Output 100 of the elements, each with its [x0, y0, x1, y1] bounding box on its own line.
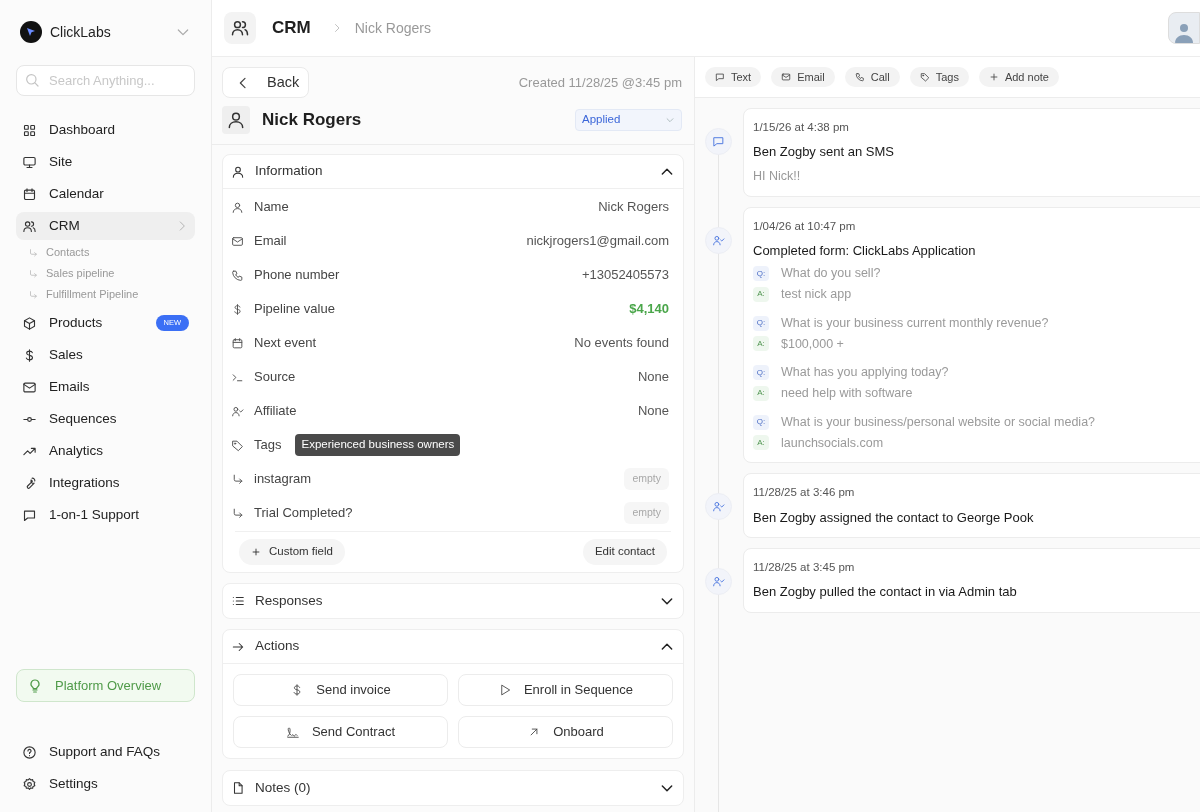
section-header[interactable]: Responses	[223, 584, 683, 618]
workspace-name: ClickLabs	[50, 22, 112, 42]
nav-icon	[22, 154, 37, 170]
note-icon	[231, 781, 245, 795]
field-label: Tags	[254, 436, 282, 455]
answer-marker: A:	[753, 435, 769, 451]
logo-icon	[20, 21, 42, 43]
edit-contact-button[interactable]: Edit contact	[582, 539, 667, 565]
status-dropdown[interactable]: Applied	[575, 109, 682, 131]
users-icon	[230, 18, 250, 38]
activity-time: 1/15/26 at 4:38 pm	[753, 120, 850, 135]
answer-marker: A:	[753, 336, 769, 352]
created-date: Created 11/28/25 @3:45 pm	[518, 73, 682, 92]
field-value: None	[637, 368, 669, 387]
tag-icon	[919, 72, 930, 82]
nav-item[interactable]: Calendar	[16, 180, 195, 208]
activity-action-button[interactable]: Tags	[909, 67, 969, 87]
field-label: Next event	[254, 334, 317, 353]
field-icon	[231, 336, 244, 350]
field-value: nickjrogers1@gmail.com	[526, 232, 669, 251]
signature-icon	[285, 725, 300, 739]
answer-marker: A:	[753, 286, 769, 302]
person-icon	[231, 164, 245, 179]
activity-title: Ben Zogby sent an SMS	[753, 143, 895, 162]
field-value: $4,140	[629, 300, 669, 319]
nav-item[interactable]: CRM	[16, 212, 195, 240]
activity-time: 11/28/25 at 3:45 pm	[753, 560, 856, 575]
nav-icon	[22, 218, 37, 234]
message-icon	[712, 135, 725, 148]
nav-item[interactable]: Sequences	[16, 405, 195, 433]
nav-item[interactable]: Emails	[16, 373, 195, 401]
nav-icon	[22, 122, 37, 138]
field-value: +13052405573	[581, 266, 669, 285]
message-icon	[715, 72, 725, 82]
activity-action-button[interactable]: Add note	[978, 67, 1059, 87]
lightbulb-icon	[27, 677, 43, 694]
search-icon	[24, 72, 40, 88]
activity-title: Ben Zogby assigned the contact to George Pook	[753, 508, 1035, 527]
nav-item[interactable]: Settings	[16, 772, 195, 796]
section-header[interactable]: Information	[223, 155, 683, 189]
action-button[interactable]: Send Contract	[233, 716, 448, 748]
question-marker: Q:	[753, 414, 769, 430]
question-text: What do you sell?	[781, 265, 881, 283]
phone-icon	[854, 72, 865, 82]
field-label: instagram	[254, 470, 312, 489]
nav-item[interactable]: Sales	[16, 341, 195, 369]
nav-item[interactable]: Dashboard	[16, 116, 195, 144]
list-icon	[231, 594, 245, 608]
field-icon	[231, 302, 244, 316]
field-label: Pipeline value	[254, 300, 335, 319]
nav-icon	[22, 315, 37, 331]
activity-time: 1/04/26 at 10:47 pm	[753, 218, 857, 234]
nav-item[interactable]: Analytics	[16, 437, 195, 465]
field-label: Affiliate	[254, 402, 297, 421]
activity-action-button[interactable]: Text	[705, 67, 762, 87]
field-icon	[231, 234, 244, 248]
field-label: Phone number	[254, 266, 340, 285]
nav-item[interactable]: Integrations	[16, 469, 195, 497]
field-value: No events found	[574, 334, 669, 353]
field-icon	[231, 404, 244, 418]
activity-time: 11/28/25 at 3:46 pm	[753, 485, 856, 501]
field-value: None	[637, 402, 669, 421]
question-text: What is your business/personal website or social media?	[781, 413, 1096, 431]
question-text: What has you applying today?	[781, 364, 949, 382]
answer-marker: A:	[753, 385, 769, 401]
field-label: Name	[254, 198, 289, 217]
nav-item[interactable]: 1-on-1 Support	[16, 501, 195, 529]
plus-icon	[251, 547, 261, 557]
nav-icon	[22, 186, 37, 202]
field-icon	[231, 472, 244, 486]
nav-item[interactable]: Site	[16, 148, 195, 176]
action-button[interactable]: Send invoice	[233, 674, 448, 706]
user-check-icon	[712, 575, 725, 588]
action-button[interactable]: Onboard	[458, 716, 673, 748]
nav-item[interactable]: Support and FAQs	[16, 740, 195, 764]
return-arrow-icon	[28, 289, 38, 300]
return-arrow-icon	[28, 268, 38, 279]
custom-field-button[interactable]: Custom field	[239, 539, 345, 565]
return-arrow-icon	[28, 247, 38, 258]
back-button[interactable]: Back	[222, 67, 309, 98]
avatar[interactable]	[1168, 12, 1200, 44]
plus-icon	[988, 72, 999, 82]
field-label: Source	[254, 368, 296, 387]
tag-chip: Experienced business owners	[295, 434, 461, 456]
question-marker: Q:	[753, 365, 769, 381]
mail-icon	[781, 72, 792, 82]
field-icon	[231, 438, 244, 452]
settings-icon	[22, 776, 37, 792]
field-value: Nick Rogers	[598, 198, 669, 217]
user-check-icon	[712, 500, 725, 514]
section-header[interactable]: Notes (0)	[223, 771, 683, 805]
activity-action-button[interactable]: Call	[844, 67, 900, 87]
activity-action-button[interactable]: Email	[771, 67, 835, 87]
field-icon	[231, 506, 244, 520]
section-header[interactable]: Actions	[223, 630, 683, 664]
action-button[interactable]: Enroll in Sequence	[458, 674, 673, 706]
answer-text: launchsocials.com	[781, 434, 884, 452]
user-check-icon	[712, 233, 725, 247]
page-title: CRM	[272, 17, 311, 40]
answer-text: need help with software	[781, 385, 913, 402]
